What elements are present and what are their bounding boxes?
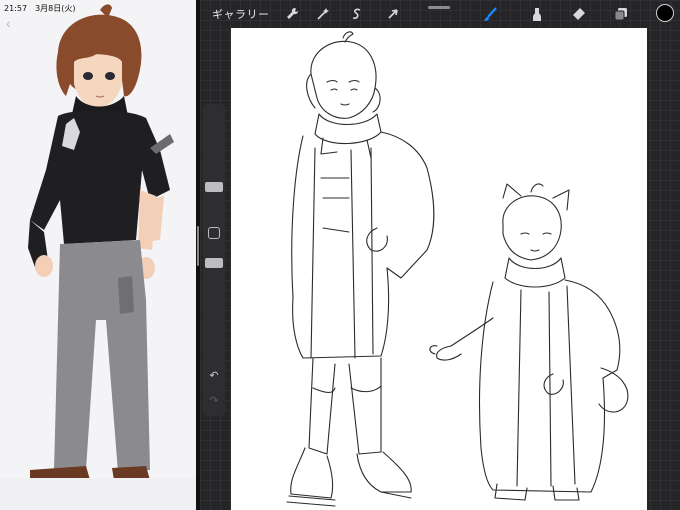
- size-slider[interactable]: [205, 182, 223, 192]
- brush-icon[interactable]: [482, 5, 500, 23]
- chevron-left-icon[interactable]: ‹: [6, 16, 16, 30]
- line-art-drawing: [286, 31, 629, 507]
- eraser-icon[interactable]: [570, 5, 588, 23]
- brush-sidebar: ↶ ↷: [203, 104, 225, 416]
- toolbar-grabber[interactable]: [428, 6, 450, 9]
- reference-image-pane: 21:57 3月8日(火) ‹: [0, 0, 196, 510]
- left-pane-bottom-strip: [0, 478, 196, 510]
- gallery-button[interactable]: ギャラリー: [212, 6, 270, 22]
- square-modify-icon[interactable]: [208, 227, 220, 239]
- status-bar: 21:57 3月8日(火): [4, 2, 75, 14]
- top-toolbar: ギャラリー: [200, 0, 680, 28]
- opacity-slider[interactable]: [205, 258, 223, 268]
- undo-icon[interactable]: ↶: [206, 369, 222, 383]
- layers-icon[interactable]: [612, 5, 630, 23]
- smudge-icon[interactable]: [528, 5, 546, 23]
- current-color-swatch[interactable]: [656, 4, 674, 22]
- status-date: 3月8日(火): [35, 3, 76, 13]
- wrench-icon[interactable]: [284, 5, 302, 23]
- reference-character-image: [0, 0, 196, 510]
- magic-wand-icon[interactable]: [314, 5, 332, 23]
- drawing-canvas[interactable]: [231, 28, 647, 510]
- arrow-cursor-icon[interactable]: [384, 5, 402, 23]
- split-view-handle[interactable]: [197, 226, 199, 266]
- redo-icon[interactable]: ↷: [206, 394, 222, 408]
- status-time: 21:57: [4, 3, 28, 13]
- selection-s-icon[interactable]: [348, 5, 366, 23]
